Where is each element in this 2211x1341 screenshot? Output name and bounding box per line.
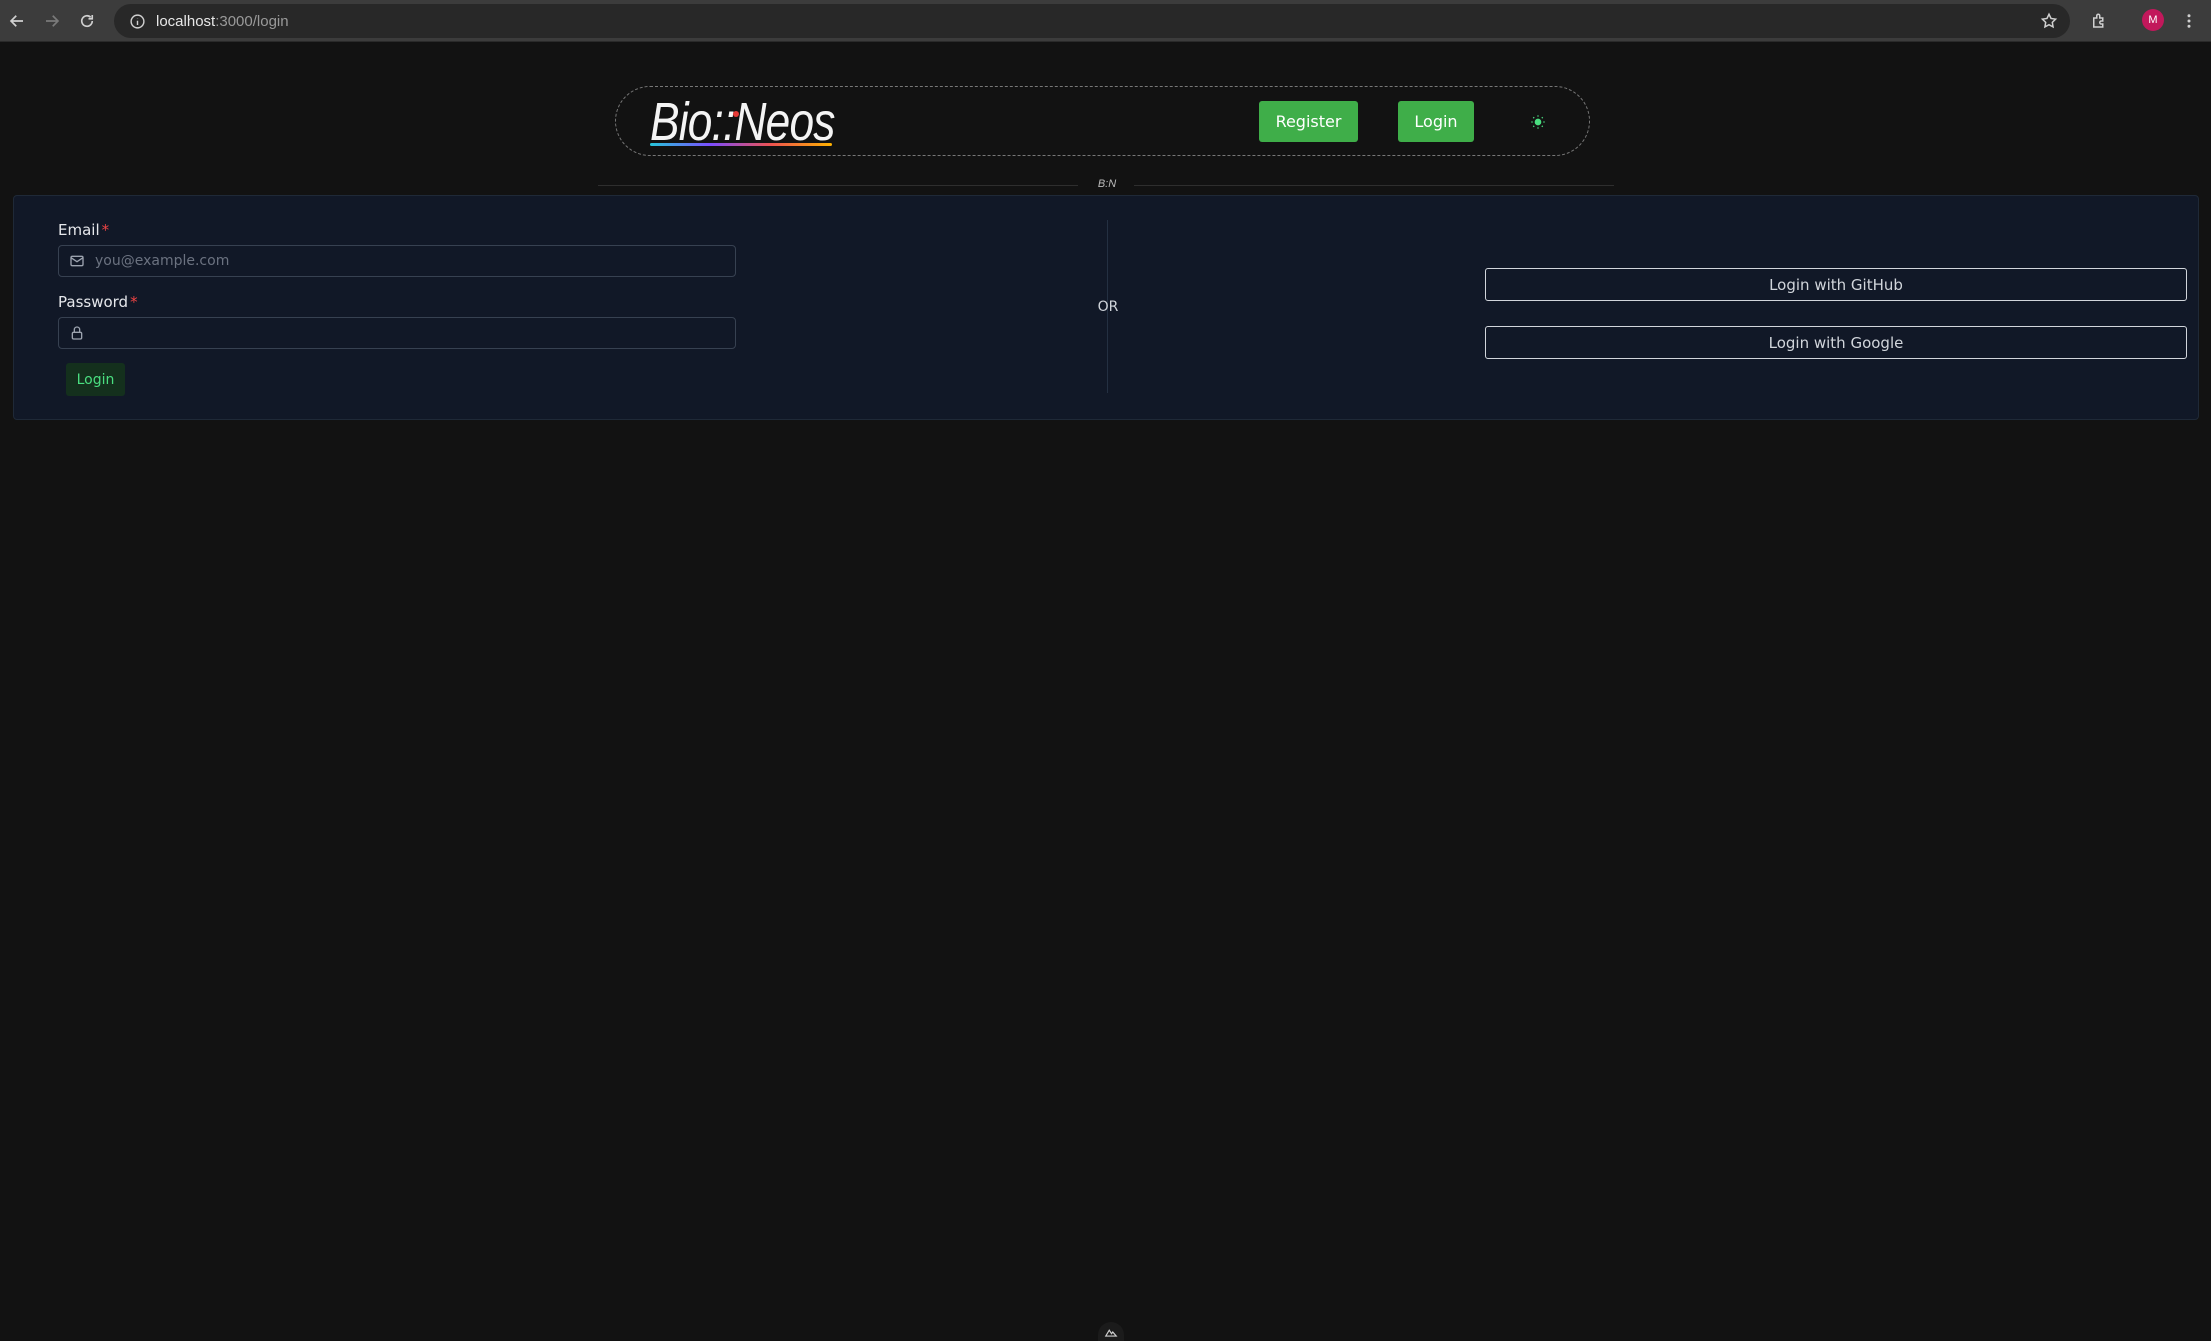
login-with-google-button[interactable]: Login with Google bbox=[1485, 326, 2187, 359]
logo-dot bbox=[733, 111, 739, 117]
password-label: Password * bbox=[58, 293, 138, 311]
required-asterisk: * bbox=[101, 221, 110, 239]
forward-icon[interactable] bbox=[37, 6, 67, 36]
browser-toolbar: localhost:3000/login M bbox=[0, 0, 2211, 42]
site-logo[interactable]: Bio::Neos bbox=[650, 91, 835, 152]
password-field[interactable] bbox=[58, 317, 736, 349]
email-label: Email * bbox=[58, 221, 110, 239]
theme-toggle-sun-icon[interactable] bbox=[1528, 112, 1548, 132]
register-button[interactable]: Register bbox=[1259, 101, 1358, 142]
email-field[interactable] bbox=[58, 245, 736, 277]
extensions-icon[interactable] bbox=[2084, 6, 2114, 36]
login-card: Email* Password* Login OR Login with Git… bbox=[13, 195, 2199, 420]
more-menu-icon[interactable] bbox=[2174, 6, 2204, 36]
bookmark-star-icon[interactable] bbox=[2034, 6, 2064, 36]
login-submit-button[interactable]: Login bbox=[66, 363, 125, 396]
or-separator: OR bbox=[1097, 299, 1119, 315]
login-with-github-button[interactable]: Login with GitHub bbox=[1485, 268, 2187, 301]
dev-tools-mountain-icon[interactable] bbox=[1098, 1322, 1124, 1341]
url-text: localhost:3000/login bbox=[156, 12, 289, 30]
reload-icon[interactable] bbox=[72, 6, 102, 36]
divider-mark: B:N bbox=[1097, 178, 1117, 190]
divider-line-left bbox=[598, 185, 1078, 186]
site-header: Bio::Neos Register Login bbox=[615, 86, 1590, 156]
header-login-button[interactable]: Login bbox=[1398, 101, 1474, 142]
lock-icon bbox=[59, 318, 95, 348]
required-asterisk: * bbox=[130, 293, 138, 311]
email-input[interactable] bbox=[95, 246, 735, 276]
back-icon[interactable] bbox=[2, 6, 32, 36]
address-bar[interactable]: localhost:3000/login bbox=[114, 4, 2070, 38]
password-input[interactable] bbox=[95, 318, 735, 348]
profile-avatar[interactable]: M bbox=[2142, 9, 2164, 31]
logo-underline bbox=[650, 143, 832, 146]
divider-line-right bbox=[1134, 185, 1614, 186]
site-info-icon[interactable] bbox=[120, 4, 154, 38]
mail-icon bbox=[59, 246, 95, 276]
